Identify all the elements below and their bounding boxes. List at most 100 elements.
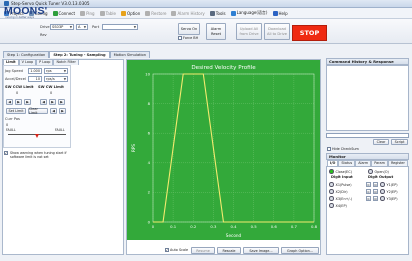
sw-cw-limit-value: 0 bbox=[50, 91, 53, 95]
menu-help[interactable]: Help bbox=[272, 10, 289, 16]
checkbox-box[interactable] bbox=[327, 147, 331, 151]
output-toggle-o-button[interactable]: O bbox=[373, 196, 378, 201]
rescale-button[interactable]: Rescale bbox=[217, 247, 241, 254]
accel-decel-input[interactable]: 10 bbox=[28, 76, 42, 82]
servo-on-button[interactable]: Servo On bbox=[178, 23, 200, 35]
menu-option[interactable]: Option bbox=[120, 10, 141, 16]
auto-scale-checkbox[interactable]: ✓ Auto Scale bbox=[165, 248, 188, 252]
x-tick-label: 0.6 bbox=[271, 224, 278, 229]
output-toggle-c-button[interactable]: C bbox=[366, 182, 371, 187]
arrow-right-icon: ▶ bbox=[17, 99, 20, 104]
clear-limit-button[interactable]: Clear Limit bbox=[28, 107, 48, 115]
input-label: X4(EP) bbox=[335, 203, 347, 208]
tab-tuning-sampling[interactable]: Step 2: Tuning - Sampling bbox=[49, 51, 110, 58]
input-label: X1(Pulse) bbox=[335, 182, 352, 187]
arrow-left-icon: ◀ bbox=[42, 99, 45, 104]
drive-select[interactable]: SS03P ▼ bbox=[50, 24, 74, 30]
menu-alarm-history[interactable]: Alarm History bbox=[170, 10, 205, 16]
menu-ping[interactable]: Ping bbox=[79, 10, 96, 16]
warning-option[interactable]: ✓ Show warning when tuning start if soft… bbox=[4, 151, 72, 159]
menu-label: Connect bbox=[58, 10, 76, 16]
alarm-reset-button[interactable]: Alarm Reset bbox=[206, 23, 226, 40]
output-toggle-o-button[interactable]: O bbox=[373, 182, 378, 187]
menu-label: Alarm History bbox=[177, 10, 205, 16]
jog-speed-unit: rps bbox=[46, 68, 52, 73]
cw-jog-left-button[interactable]: ◀ bbox=[40, 99, 47, 105]
save-image-button[interactable]: Save Image... bbox=[243, 247, 279, 254]
x-tick-label: 0.5 bbox=[251, 224, 258, 229]
led-off-icon bbox=[329, 189, 334, 194]
close-legend-label: Close(EC) bbox=[335, 169, 352, 174]
table-icon bbox=[99, 10, 105, 16]
open-legend: Open(O) bbox=[368, 168, 389, 175]
window-titlebar: Step-Servo Quick Tuner V3.0.13.0305 bbox=[0, 0, 412, 8]
digital-outputs-list: C O Y1(EP) C O Y2(EP) C O Y3(EP) bbox=[366, 181, 398, 202]
rev-value: A bbox=[78, 25, 81, 29]
output-toggle-c-button[interactable]: C bbox=[366, 189, 371, 194]
force-bh-checkbox[interactable]: Force BH bbox=[178, 36, 198, 40]
x-tick-label: 0.2 bbox=[190, 224, 197, 229]
warning-checkbox[interactable]: ✓ bbox=[4, 151, 8, 155]
output-toggle-o-button[interactable]: O bbox=[373, 189, 378, 194]
menu-restore[interactable]: Restore bbox=[144, 10, 167, 16]
menu-label: Option bbox=[126, 10, 141, 16]
upload-line2: from Drive bbox=[239, 31, 259, 36]
fault-right-label: FAULL bbox=[55, 128, 65, 132]
position-marker-icon bbox=[35, 134, 39, 138]
output-label: Y2(EP) bbox=[386, 189, 398, 194]
nav-right-button[interactable]: ▶ bbox=[59, 108, 66, 114]
upload-all-button[interactable]: Upload All from Drive bbox=[236, 23, 262, 40]
cw-step-button[interactable]: ▶ bbox=[58, 99, 65, 105]
menu-tools[interactable]: Tools bbox=[209, 10, 227, 16]
menu-table[interactable]: Table bbox=[99, 10, 117, 16]
x-tick-label: 0.1 bbox=[170, 224, 177, 229]
ccw-jog-left-button[interactable]: ◀ bbox=[6, 99, 13, 105]
tab-motion-simulation[interactable]: Motion Simulation bbox=[109, 51, 151, 58]
y-tick-label: 10 bbox=[145, 71, 150, 76]
checkbox-box[interactable] bbox=[178, 36, 182, 40]
chart-background bbox=[127, 60, 320, 240]
script-button[interactable]: Script bbox=[391, 139, 408, 145]
menu-label: Tools bbox=[215, 10, 226, 16]
download-line2: All to Drive bbox=[267, 31, 287, 36]
download-all-button[interactable]: Download All to Drive bbox=[264, 23, 290, 40]
tab-configuration[interactable]: Step 1: Configuration bbox=[3, 51, 50, 58]
graph-option-button[interactable]: Graph Option... bbox=[281, 247, 319, 254]
checkbox-box[interactable]: ✓ bbox=[165, 248, 169, 252]
input-label: X2(Dir) bbox=[335, 189, 348, 194]
monitor-header: Monitor bbox=[326, 153, 409, 160]
warning-label: Show warning when tuning start if softwa… bbox=[10, 151, 67, 159]
cw-jog-right-button[interactable]: ▶ bbox=[49, 99, 56, 105]
clear-button[interactable]: Clear bbox=[373, 139, 389, 145]
rev-label: Rev bbox=[40, 33, 47, 37]
resume-button[interactable]: Resume bbox=[191, 247, 215, 254]
output-toggle-c-button[interactable]: C bbox=[366, 196, 371, 201]
nav-left-button[interactable]: ◀ bbox=[50, 108, 57, 114]
digit-output-label: Digit Output bbox=[368, 175, 394, 179]
accel-unit-select[interactable]: rps/s ▼ bbox=[44, 76, 68, 82]
port-select[interactable]: ▼ bbox=[102, 24, 138, 30]
menu-language[interactable]: Language(语言) bbox=[230, 10, 269, 16]
hide-checksum-checkbox[interactable]: Hide CheckSum bbox=[327, 147, 359, 151]
ccw-step-button[interactable]: ▶ bbox=[24, 99, 31, 105]
set-limit-button[interactable]: Set Limit bbox=[6, 108, 26, 114]
command-history-header: Command History & Response bbox=[326, 58, 409, 65]
jog-speed-unit-select[interactable]: rps ▼ bbox=[44, 68, 68, 74]
check-icon: ✓ bbox=[165, 248, 169, 252]
menu-label: Language(语言) bbox=[236, 10, 268, 15]
x-tick-label: 0.7 bbox=[291, 224, 298, 229]
menu-label: Help bbox=[278, 10, 288, 16]
sw-ccw-limit-label: SW CCW Limit bbox=[5, 85, 34, 89]
arrow-left-icon: ◀ bbox=[52, 108, 55, 113]
accel-decel-label: Accel/Decel bbox=[5, 77, 26, 81]
x-tick-label: 0.4 bbox=[230, 224, 237, 229]
jog-speed-input[interactable]: 1.000 bbox=[28, 68, 42, 74]
command-history-area[interactable] bbox=[326, 65, 409, 131]
rev-select[interactable]: A ▼ bbox=[76, 24, 88, 30]
output-row: C O Y3(EP) bbox=[366, 195, 398, 202]
menu-connect[interactable]: Connect bbox=[52, 10, 77, 16]
arrow-right-icon: ▶ bbox=[51, 99, 54, 104]
ccw-jog-right-button[interactable]: ▶ bbox=[15, 99, 22, 105]
stop-button[interactable]: STOP bbox=[292, 25, 327, 41]
command-input[interactable] bbox=[326, 133, 409, 138]
